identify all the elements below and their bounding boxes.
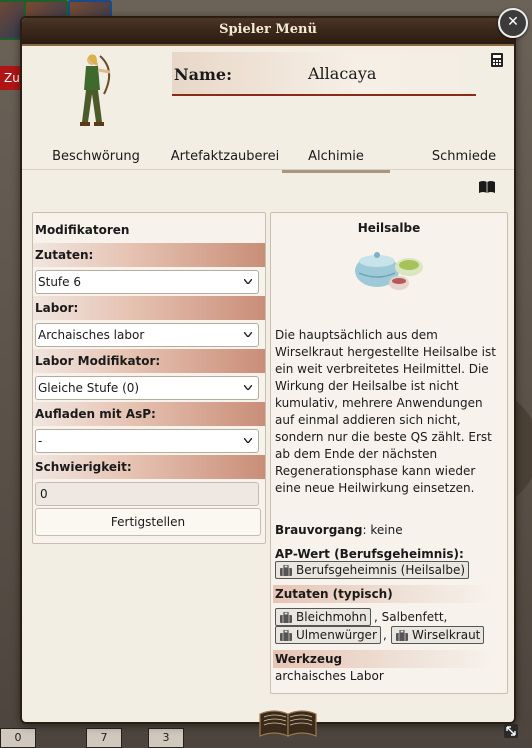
item-description: Die hauptsächlich aus dem Wirselkraut he… (275, 328, 496, 495)
zutaten-select[interactable]: Stufe 6 (35, 270, 259, 294)
berufsgeheimnis-chip-label: Berufsgeheimnis (Heilsalbe) (296, 563, 466, 577)
bottom-token[interactable]: 3 (148, 728, 184, 748)
bottom-token[interactable]: 0 (0, 728, 36, 748)
chevron-down-icon (244, 438, 252, 443)
modifiers-heading: Modifikatoren (35, 223, 130, 237)
labor-modifier-select-value: Gleiche Stufe (0) (38, 381, 140, 395)
ingredient-text: , Salbenfett, (374, 610, 448, 624)
ingredient-separator: , (383, 628, 387, 642)
bottom-token[interactable]: 7 (86, 728, 122, 748)
ingredient-chip-label: Wirselkraut (412, 628, 481, 642)
dialog-titlebar[interactable]: Spieler Menü (22, 18, 514, 46)
calculator-icon[interactable] (490, 52, 504, 68)
chevron-down-icon (244, 332, 252, 337)
close-icon: ✕ (507, 14, 519, 30)
labor-modifier-label: Labor Modifikator: (33, 349, 265, 373)
werkzeug-value: archaisches Labor (275, 669, 384, 683)
tabs-divider (22, 169, 514, 170)
bag-icon (396, 630, 408, 641)
bag-icon (280, 565, 292, 576)
zutaten-typisch-label: Zutaten (typisch) (273, 585, 497, 603)
character-avatar (80, 54, 111, 126)
item-detail-panel: Heilsalbe Die hauptsächlich aus dem Wirs… (270, 212, 508, 694)
bag-icon (280, 612, 292, 623)
aufladen-asp-label: Aufladen mit AsP: (33, 402, 265, 426)
resize-icon[interactable] (504, 724, 518, 738)
chevron-down-icon (244, 279, 252, 284)
dialog-title: Spieler Menü (219, 22, 317, 37)
tab-artefaktzauberei[interactable]: Artefaktzauberei (160, 146, 290, 170)
heilsalbe-image (355, 252, 423, 290)
aufladen-asp-select-value: - (38, 434, 43, 448)
aufladen-asp-select[interactable]: - (35, 429, 259, 453)
close-button[interactable]: ✕ (498, 8, 528, 38)
tab-beschwoerung[interactable]: Beschwörung (38, 146, 154, 170)
schwierigkeit-label: Schwierigkeit: (33, 455, 265, 479)
ingredient-chip-bleichmohn[interactable]: Bleichmohn (275, 608, 371, 626)
chevron-down-icon (244, 385, 252, 390)
ingredient-chip-wirselkraut[interactable]: Wirselkraut (391, 626, 485, 644)
zutaten-select-value: Stufe 6 (38, 275, 81, 289)
berufsgeheimnis-chip[interactable]: Berufsgeheimnis (Heilsalbe) (275, 561, 470, 579)
book-icon[interactable] (478, 180, 496, 194)
bag-icon (280, 630, 292, 641)
zutaten-label: Zutaten: (33, 243, 265, 267)
ingredient-chip-ulmenwuerger[interactable]: Ulmenwürger (275, 626, 381, 644)
name-label: Name: (174, 65, 233, 84)
character-name-row: Name: Allacaya (172, 52, 476, 96)
tab-schmiede[interactable]: Schmiede (414, 146, 514, 170)
modifiers-panel: Modifikatoren Zutaten: Stufe 6 Labor: Ar… (32, 212, 266, 544)
character-name: Allacaya (308, 64, 377, 83)
player-menu-dialog: Spieler Menü ✕ Name: Allacaya Beschwörun… (22, 8, 528, 737)
book-ornament-icon (259, 710, 317, 737)
fertigstellen-button[interactable]: Fertigstellen (35, 508, 261, 536)
brauvorgang-value: : keine (362, 523, 403, 537)
item-title: Heilsalbe (357, 221, 421, 235)
brauvorgang-label: Brauvorgang (275, 523, 363, 537)
ingredient-chip-label: Ulmenwürger (296, 628, 377, 642)
labor-select-value: Archaisches labor (38, 328, 145, 342)
ingredient-chip-label: Bleichmohn (296, 610, 367, 624)
brauvorgang-row: Brauvorgang: keine (275, 523, 403, 537)
labor-modifier-select[interactable]: Gleiche Stufe (0) (35, 376, 259, 400)
schwierigkeit-input[interactable]: 0 (35, 482, 259, 506)
labor-select[interactable]: Archaisches labor (35, 323, 259, 347)
labor-label: Labor: (33, 296, 265, 320)
werkzeug-label: Werkzeug (273, 650, 497, 668)
